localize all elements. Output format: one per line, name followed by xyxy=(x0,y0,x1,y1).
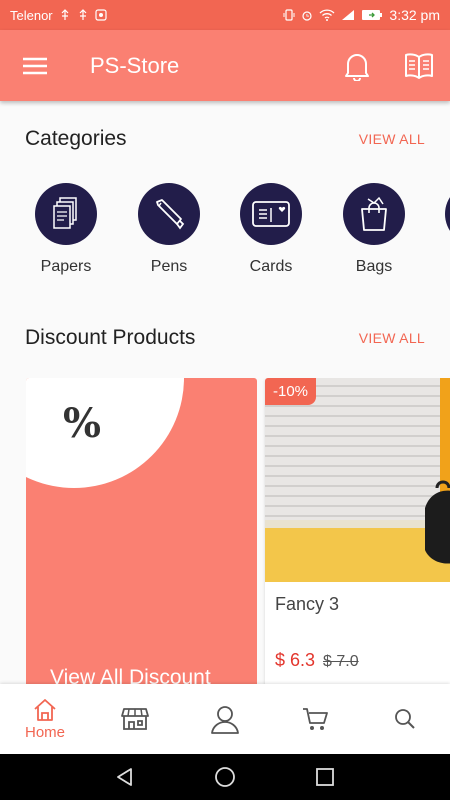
product-price: $ 6.3 xyxy=(275,650,316,670)
discount-header: Discount Products VIEW ALL xyxy=(0,318,450,358)
battery-icon xyxy=(362,10,383,20)
home-icon xyxy=(34,698,56,721)
back-icon xyxy=(117,768,132,786)
cart-icon xyxy=(303,708,328,730)
category-label: Papers xyxy=(40,258,92,275)
book-icon xyxy=(405,52,433,79)
signal-icon xyxy=(342,10,355,20)
discount-badge: -10% xyxy=(265,378,317,405)
categories-view-all-link[interactable]: VIEW ALL xyxy=(359,131,425,147)
category-item-bags[interactable]: Bags xyxy=(324,183,424,276)
nav-search[interactable] xyxy=(360,684,450,754)
nav-profile[interactable] xyxy=(180,684,270,754)
status-bar: Telenor 3:32 pm xyxy=(0,0,450,30)
menu-icon xyxy=(23,57,47,74)
category-item-more[interactable]: M xyxy=(426,183,450,276)
app-title: PS-Store xyxy=(90,52,180,78)
product-name: Fancy 3 xyxy=(275,594,340,614)
menu-button[interactable] xyxy=(0,30,70,101)
category-label: Bags xyxy=(355,258,393,275)
home-system-button[interactable] xyxy=(205,757,245,797)
circle-home-icon xyxy=(215,767,235,787)
discount-title: Discount Products xyxy=(25,326,196,349)
discount-view-all-link[interactable]: VIEW ALL xyxy=(359,330,425,346)
search-icon xyxy=(395,709,415,729)
back-button[interactable] xyxy=(105,757,145,797)
product-image xyxy=(265,378,450,582)
app-bar: PS-Store xyxy=(0,30,450,101)
category-label: Pens xyxy=(150,258,188,275)
card-icon xyxy=(252,201,290,227)
category-item-papers[interactable]: Papers xyxy=(16,183,116,276)
product-card[interactable]: -10% Fancy 3 $ 6.3 $ 7.0 xyxy=(265,378,450,684)
recents-icon xyxy=(316,768,334,786)
category-item-pens[interactable]: Pens xyxy=(119,183,219,276)
carrier-name: Telenor xyxy=(10,7,53,23)
usb-icon xyxy=(61,9,69,20)
categories-header: Categories VIEW ALL xyxy=(0,119,450,159)
recents-button[interactable] xyxy=(305,757,345,797)
promo-circle xyxy=(26,378,184,488)
notifications-button[interactable] xyxy=(326,30,388,101)
wifi-icon xyxy=(319,9,335,21)
usb-icon xyxy=(79,9,87,20)
category-label: Cards xyxy=(249,258,293,275)
categories-list: Papers Pens Cards Bags M xyxy=(0,180,450,280)
user-icon xyxy=(211,706,239,734)
nav-home[interactable]: Home xyxy=(0,684,90,754)
price-row: $ 6.3 $ 7.0 xyxy=(275,650,359,671)
category-item-cards[interactable]: Cards xyxy=(221,183,321,276)
alarm-icon xyxy=(302,11,313,21)
vibrate-icon xyxy=(283,9,295,21)
nav-cart[interactable] xyxy=(270,684,360,754)
nav-home-label: Home xyxy=(24,723,65,741)
bottom-nav: Home xyxy=(0,684,450,754)
pen-icon xyxy=(156,199,185,230)
bag-icon xyxy=(361,196,387,231)
papers-icon xyxy=(53,197,77,229)
catalog-button[interactable] xyxy=(388,30,450,101)
categories-title: Categories xyxy=(25,127,127,150)
percent-icon: % xyxy=(63,400,102,447)
discount-products-list: % View All Discount -10% Fancy 3 $ 6.3 $… xyxy=(0,378,450,684)
nav-store[interactable] xyxy=(90,684,180,754)
status-time: 3:32 pm xyxy=(389,7,440,23)
store-icon xyxy=(121,708,149,730)
promo-text: View All Discount xyxy=(50,666,211,684)
bell-icon xyxy=(345,53,369,81)
view-all-discount-card[interactable]: % View All Discount xyxy=(26,378,257,684)
product-original-price: $ 7.0 xyxy=(323,653,359,670)
system-nav-bar xyxy=(0,754,450,800)
screenshot-icon xyxy=(95,9,107,21)
